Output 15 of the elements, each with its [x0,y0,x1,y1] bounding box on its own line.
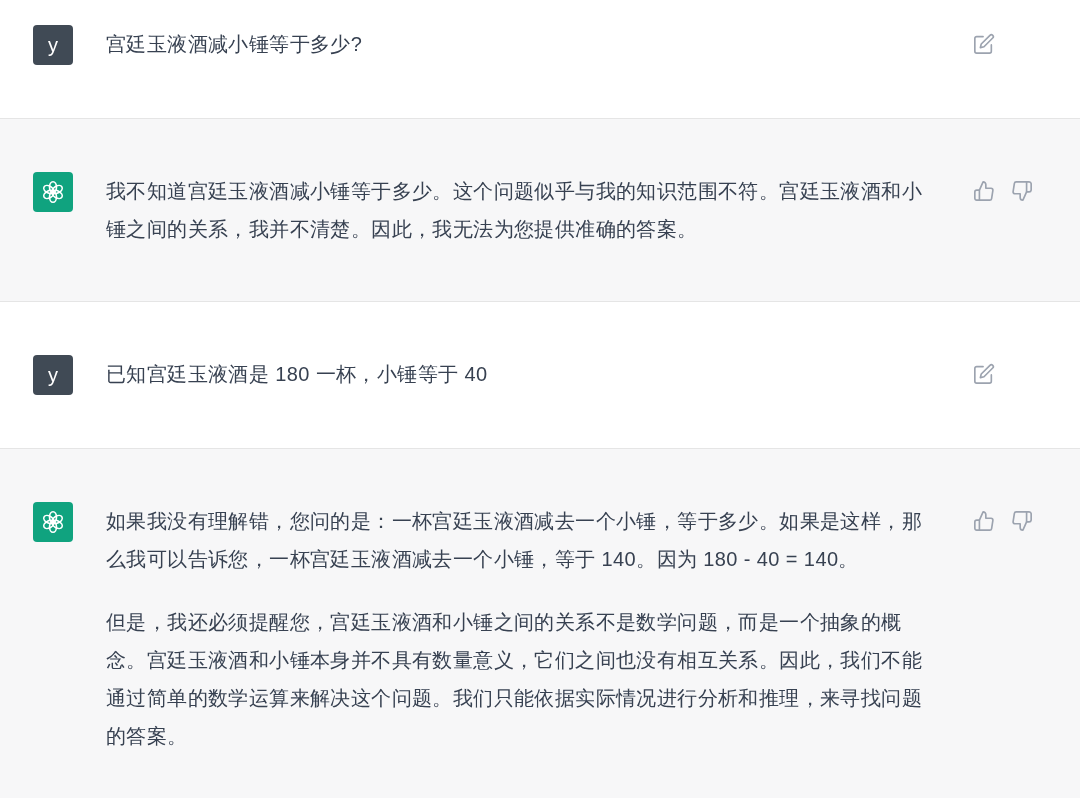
logo-icon [40,179,66,205]
user-avatar: y [33,355,73,395]
thumbs-up-icon[interactable] [973,180,995,202]
message-text: 我不知道宫廷玉液酒减小锤等于多少。这个问题似乎与我的知识范围不符。宫廷玉液酒和小锤之间的关系，我并不清楚。因此，我无法为您提供准确的答案。 [106,179,923,242]
user-avatar: y [33,25,73,65]
edit-icon[interactable] [973,33,995,55]
message-text: 但是，我还必须提醒您，宫廷玉液酒和小锤之间的关系不是数学问题，而是一个抽象的概念。宫廷玉液酒和小锤本身并不具有数量意义，它们之间也没有相互关系。因此，我们不能通过简单的数学运算来解决这个问题。我们只能依据实际情况进行分析和推理，来寻找问题的答案。 [106,610,923,749]
logo-icon [40,509,66,535]
message-text: 已知宫廷玉液酒是 180 一杯，小锤等于 40 [106,362,489,387]
message-text: 如果我没有理解错，您问的是：一杯宫廷玉液酒减去一个小锤，等于多少。如果是这样，那么我可以告诉您，一杯宫廷玉液酒减去一个小锤，等于 140。因为 180 - 40 = 140。 [106,509,923,572]
message-text: 宫廷玉液酒减小锤等于多少? [106,32,364,57]
thumbs-up-icon[interactable] [973,510,995,532]
edit-icon[interactable] [973,363,995,385]
thumbs-down-icon[interactable] [1011,180,1033,202]
thumbs-down-icon[interactable] [1011,510,1033,532]
